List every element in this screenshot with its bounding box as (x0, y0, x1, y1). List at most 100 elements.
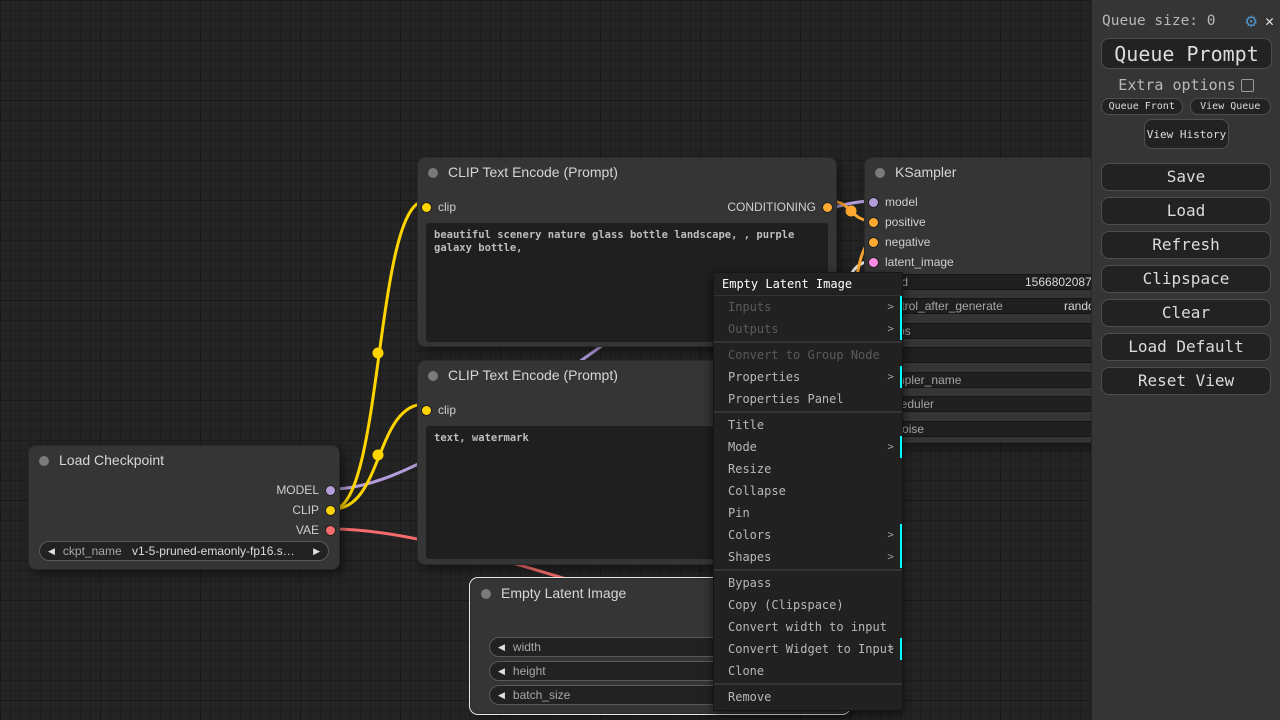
slot-label: clip (438, 403, 456, 417)
context-menu-item[interactable]: Properties > (714, 366, 902, 388)
context-menu-item[interactable]: Copy (Clipspace) (714, 594, 902, 616)
input-slot-clip[interactable]: clip (418, 197, 456, 217)
sidebar-action-button[interactable]: Refresh (1101, 231, 1271, 259)
sidebar-action-button[interactable]: Load (1101, 197, 1271, 225)
output-slot[interactable]: VAE (29, 520, 339, 540)
context-menu-item[interactable]: Title (714, 414, 902, 436)
queue-small-buttons: Queue Front View Queue (1101, 98, 1271, 115)
slot-label: VAE (296, 523, 319, 537)
queue-size-label: Queue size: 0 (1102, 13, 1216, 29)
conditioning-slot-dot[interactable] (823, 203, 832, 212)
context-menu-item[interactable]: Shapes > (714, 546, 902, 568)
output-slot-dot[interactable] (326, 486, 335, 495)
input-slot[interactable]: negative (865, 232, 954, 252)
prev-arrow-icon[interactable]: ◀ (490, 666, 513, 677)
output-slot[interactable]: MODEL (29, 480, 339, 500)
sidebar-action-button[interactable]: Clipspace (1101, 265, 1271, 293)
settings-gear-icon[interactable]: ⚙ (1246, 10, 1257, 32)
sidebar-action-buttons: Save Load Refresh Clipspace Clear Load D… (1101, 163, 1271, 395)
sidebar-action-button[interactable]: Reset View (1101, 367, 1271, 395)
input-slot-dot[interactable] (869, 258, 878, 267)
extra-options-label: Extra options (1118, 76, 1235, 94)
context-menu-item[interactable]: Remove (714, 686, 902, 708)
menu-item-label: Mode (728, 440, 757, 454)
menu-item-label: Resize (728, 462, 771, 476)
sidebar-action-button[interactable]: Save (1101, 163, 1271, 191)
context-menu-item[interactable]: Colors > (714, 524, 902, 546)
clip-slot-dot[interactable] (422, 203, 431, 212)
extra-options-checkbox[interactable] (1241, 79, 1254, 92)
prev-arrow-icon[interactable]: ◀ (490, 642, 513, 653)
node-graph-canvas[interactable]: CLIP Text Encode (Prompt) clip CONDITION… (0, 0, 1280, 720)
context-menu-item[interactable]: Resize (714, 458, 902, 480)
slot-label: CLIP (292, 503, 319, 517)
collapse-dot-icon[interactable] (428, 168, 438, 178)
input-slot[interactable]: latent_image (865, 252, 954, 272)
widget-label: batch_size (513, 688, 570, 702)
context-menu-item[interactable]: Inputs > (714, 296, 902, 318)
context-menu-item[interactable]: Properties Panel (714, 388, 902, 410)
input-slot-clip[interactable]: clip (418, 400, 456, 420)
sidebar-action-button[interactable]: Clear (1101, 299, 1271, 327)
widget-label: height (513, 664, 546, 678)
node-title: Empty Latent Image (501, 585, 626, 601)
context-menu-item[interactable]: Clone (714, 660, 902, 682)
queue-small-button[interactable]: View Queue (1190, 98, 1272, 115)
close-icon[interactable]: ✕ (1265, 12, 1274, 30)
submenu-arrow-icon: > (887, 296, 894, 318)
slot-label: CONDITIONING (727, 200, 816, 214)
input-slot[interactable]: model (865, 192, 954, 212)
submenu-arrow-icon: > (887, 524, 894, 546)
input-slot[interactable]: positive (865, 212, 954, 232)
queue-prompt-button[interactable]: Queue Prompt (1101, 38, 1272, 69)
menu-item-label: Convert to Group Node (728, 348, 880, 362)
input-slot-dot[interactable] (869, 238, 878, 247)
prev-arrow-icon[interactable]: ◀ (490, 690, 513, 701)
view-history-button[interactable]: View History (1144, 119, 1229, 149)
context-menu-item[interactable]: Convert to Group Node (714, 344, 902, 366)
clip-slot-dot[interactable] (422, 406, 431, 415)
input-slot-dot[interactable] (869, 218, 878, 227)
output-slot-dot[interactable] (326, 506, 335, 515)
menu-item-label: Shapes (728, 550, 771, 564)
context-menu-item[interactable]: Mode > (714, 436, 902, 458)
context-menu-item[interactable]: Convert Widget to Input > (714, 638, 902, 660)
prev-arrow-icon[interactable]: ◀ (40, 546, 63, 557)
link-midpoint-dot[interactable] (846, 206, 857, 217)
input-slot-dot[interactable] (869, 198, 878, 207)
menu-item-label: Convert width to input (728, 620, 887, 634)
context-menu-item[interactable]: Collapse (714, 480, 902, 502)
output-slot-conditioning[interactable]: CONDITIONING (727, 197, 836, 217)
menu-item-label: Properties Panel (728, 392, 844, 406)
ckpt-name-widget[interactable]: ◀ ckpt_name v1-5-pruned-emaonly-fp16.s… … (39, 541, 329, 561)
queue-small-button[interactable]: Queue Front (1101, 98, 1183, 115)
submenu-arrow-icon: > (887, 436, 894, 458)
collapse-dot-icon[interactable] (39, 456, 49, 466)
output-slot-dot[interactable] (326, 526, 335, 535)
node-load-checkpoint[interactable]: Load Checkpoint MODEL CLIP VAE (28, 445, 340, 570)
node-title: Load Checkpoint (59, 452, 164, 468)
context-menu-items: Inputs > Outputs > Convert to Group Node (714, 296, 902, 708)
link-midpoint-dot[interactable] (373, 450, 384, 461)
input-slot-list: model positive negative latent_image (865, 192, 954, 272)
output-slot[interactable]: CLIP (29, 500, 339, 520)
context-menu-item[interactable]: Outputs > (714, 318, 902, 340)
node-title-bar[interactable]: CLIP Text Encode (Prompt) (418, 158, 836, 187)
menu-item-label: Copy (Clipspace) (728, 598, 844, 612)
context-menu-item[interactable]: Bypass (714, 572, 902, 594)
collapse-dot-icon[interactable] (875, 168, 885, 178)
menu-item-label: Remove (728, 690, 771, 704)
collapse-dot-icon[interactable] (428, 371, 438, 381)
menu-item-label: Properties (728, 370, 800, 384)
menu-item-label: Convert Widget to Input (728, 642, 894, 656)
context-menu-item[interactable]: Pin (714, 502, 902, 524)
submenu-arrow-icon: > (887, 366, 894, 388)
sidebar-action-button[interactable]: Load Default (1101, 333, 1271, 361)
next-arrow-icon[interactable]: ▶ (305, 546, 328, 557)
context-menu-item[interactable]: Convert width to input (714, 616, 902, 638)
node-title-bar[interactable]: Load Checkpoint (29, 446, 339, 475)
node-context-menu: Empty Latent Image Inputs > Outputs > (713, 272, 903, 711)
collapse-dot-icon[interactable] (481, 589, 491, 599)
node-title: CLIP Text Encode (Prompt) (448, 164, 618, 180)
link-midpoint-dot[interactable] (373, 348, 384, 359)
